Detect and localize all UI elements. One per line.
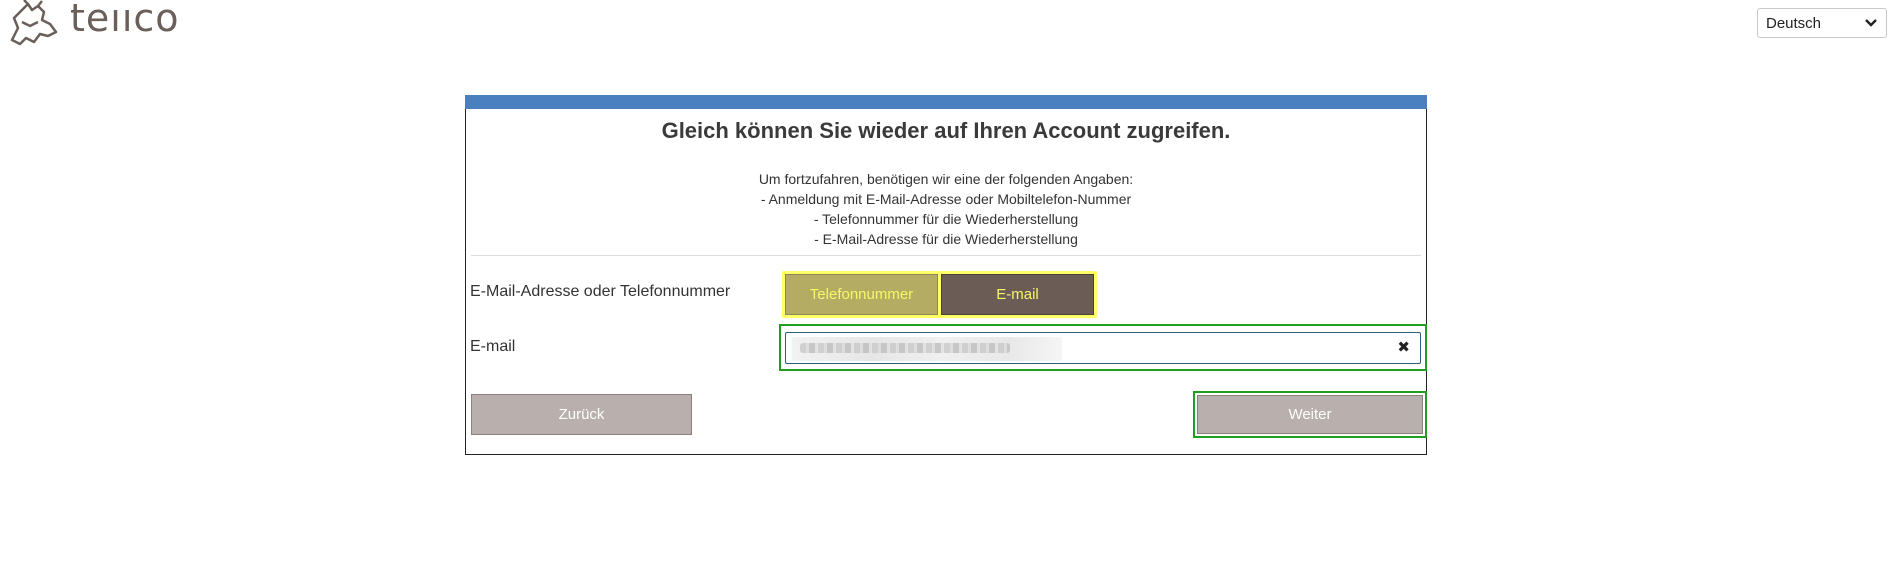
description-line: - Anmeldung mit E-Mail-Adresse oder Mobi…	[760, 191, 1132, 207]
card-title: Gleich können Sie wieder auf Ihren Accou…	[661, 118, 1231, 143]
method-row: E-Mail-Adresse oder Telefonnummer Telefo…	[466, 271, 1426, 318]
telco-logo: teııco	[4, 0, 180, 46]
language-select[interactable]: Deutsch	[1757, 8, 1887, 38]
description-line: - Telefonnummer für die Wiederherstellun…	[813, 211, 1079, 227]
goat-logo-icon	[10, 0, 58, 46]
back-button[interactable]: Zurück	[471, 394, 692, 435]
card-accent-bar	[465, 95, 1427, 109]
logo-wordmark: teııco	[70, 0, 180, 40]
telefonnummer-toggle[interactable]: Telefonnummer	[785, 274, 938, 315]
next-button[interactable]: Weiter	[1197, 395, 1423, 434]
method-toggle-group: Telefonnummer E-mail	[782, 271, 1097, 318]
language-select-value: Deutsch	[1766, 14, 1822, 32]
email-field-highlight: ✖	[779, 324, 1427, 371]
divider	[471, 255, 1421, 256]
chevron-down-icon	[1864, 15, 1878, 31]
action-row: Zurück Weiter	[466, 391, 1427, 438]
redacted-email-text	[800, 343, 1010, 353]
description-line: Um fortzufahren, benötigen wir eine der …	[758, 171, 1134, 187]
email-row: E-mail ✖	[466, 324, 1427, 371]
card-description: Um fortzufahren, benötigen wir eine der …	[466, 169, 1426, 249]
email-toggle[interactable]: E-mail	[941, 274, 1094, 315]
email-label: E-mail	[470, 338, 516, 355]
account-recovery-card: Gleich können Sie wieder auf Ihren Accou…	[465, 95, 1427, 455]
description-line: - E-Mail-Adresse für die Wiederherstellu…	[814, 231, 1078, 247]
clear-icon[interactable]: ✖	[1397, 339, 1410, 357]
method-label: E-Mail-Adresse oder Telefonnummer	[470, 283, 731, 300]
email-input[interactable]: ✖	[785, 332, 1421, 364]
next-button-highlight: Weiter	[1193, 391, 1427, 438]
